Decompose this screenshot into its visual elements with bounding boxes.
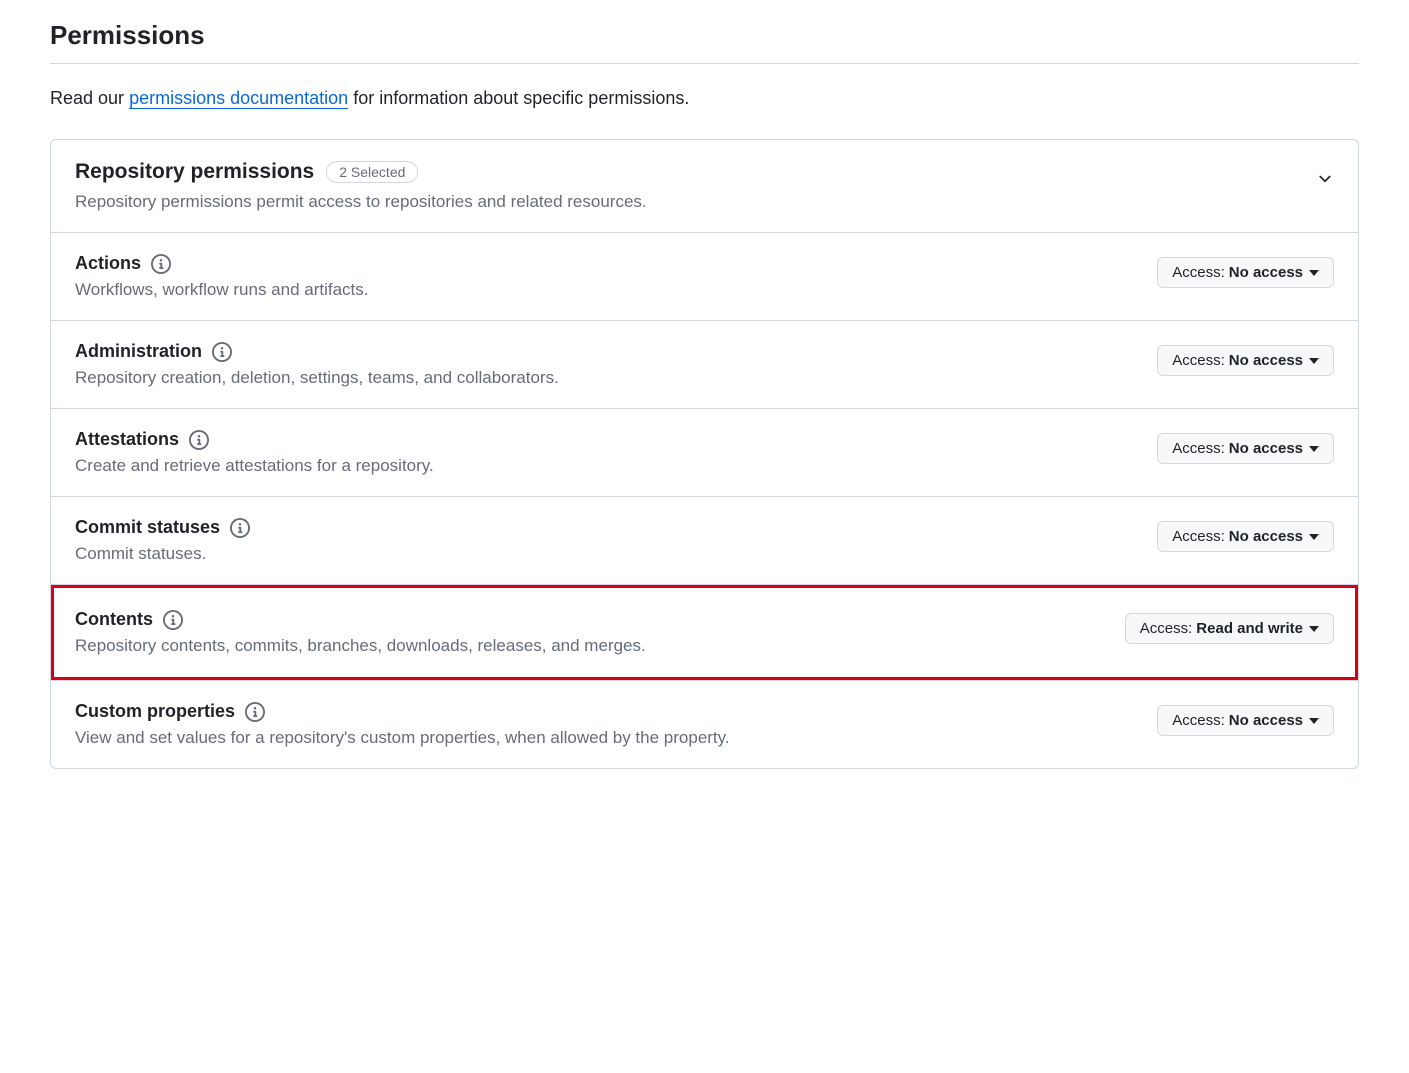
access-prefix: Access:: [1172, 264, 1225, 281]
info-icon[interactable]: [189, 430, 209, 450]
permission-row: Contents Repository contents, commits, br…: [51, 585, 1358, 681]
access-prefix: Access:: [1172, 352, 1225, 369]
caret-down-icon: [1309, 624, 1319, 634]
access-prefix: Access:: [1172, 440, 1225, 457]
permissions-list: Actions Workflows, workflow runs and arti…: [51, 233, 1358, 768]
access-value: No access: [1229, 528, 1303, 545]
permission-description: Workflows, workflow runs and artifacts.: [75, 280, 1157, 300]
repository-permissions-panel: Repository permissions 2 Selected Reposi…: [50, 139, 1359, 769]
intro-suffix: for information about specific permissio…: [348, 88, 689, 108]
caret-down-icon: [1309, 356, 1319, 366]
access-dropdown[interactable]: Access: No access: [1157, 345, 1334, 376]
info-icon[interactable]: [212, 342, 232, 362]
permission-row: Custom properties View and set values for…: [51, 681, 1358, 768]
intro-text: Read our permissions documentation for i…: [50, 88, 1359, 109]
intro-prefix: Read our: [50, 88, 129, 108]
permission-row: Administration Repository creation, delet…: [51, 321, 1358, 409]
selected-count-badge: 2 Selected: [326, 161, 418, 183]
access-value: No access: [1229, 264, 1303, 281]
access-dropdown[interactable]: Access: No access: [1157, 257, 1334, 288]
access-prefix: Access:: [1172, 712, 1225, 729]
access-dropdown[interactable]: Access: No access: [1157, 705, 1334, 736]
access-value: Read and write: [1196, 620, 1303, 637]
permission-description: Repository creation, deletion, settings,…: [75, 368, 1157, 388]
permission-row: Commit statusesCommit statuses.Access: N…: [51, 497, 1358, 585]
permission-row: Actions Workflows, workflow runs and arti…: [51, 233, 1358, 321]
access-value: No access: [1229, 712, 1303, 729]
caret-down-icon: [1309, 532, 1319, 542]
permission-title: Commit statuses: [75, 517, 220, 538]
permissions-documentation-link[interactable]: permissions documentation: [129, 88, 348, 109]
access-value: No access: [1229, 352, 1303, 369]
access-dropdown[interactable]: Access: Read and write: [1125, 613, 1334, 644]
permission-title: Actions: [75, 253, 141, 274]
chevron-down-icon: [1316, 170, 1334, 193]
permission-description: Repository contents, commits, branches, …: [75, 636, 1125, 656]
caret-down-icon: [1309, 444, 1319, 454]
page-title: Permissions: [50, 20, 1359, 64]
repository-permissions-header[interactable]: Repository permissions 2 Selected Reposi…: [51, 140, 1358, 233]
panel-subtitle: Repository permissions permit access to …: [75, 192, 647, 212]
permission-title: Custom properties: [75, 701, 235, 722]
caret-down-icon: [1309, 268, 1319, 278]
permission-title: Attestations: [75, 429, 179, 450]
info-icon[interactable]: [151, 254, 171, 274]
access-dropdown[interactable]: Access: No access: [1157, 521, 1334, 552]
info-icon[interactable]: [230, 518, 250, 538]
info-icon[interactable]: [163, 610, 183, 630]
panel-title: Repository permissions: [75, 160, 314, 184]
caret-down-icon: [1309, 716, 1319, 726]
access-prefix: Access:: [1140, 620, 1193, 637]
permission-description: Commit statuses.: [75, 544, 1157, 564]
access-prefix: Access:: [1172, 528, 1225, 545]
access-value: No access: [1229, 440, 1303, 457]
access-dropdown[interactable]: Access: No access: [1157, 433, 1334, 464]
permission-row: Attestations Create and retrieve attestat…: [51, 409, 1358, 497]
info-icon[interactable]: [245, 702, 265, 722]
permission-title: Contents: [75, 609, 153, 630]
permission-description: View and set values for a repository's c…: [75, 728, 1157, 748]
permission-description: Create and retrieve attestations for a r…: [75, 456, 1157, 476]
permission-title: Administration: [75, 341, 202, 362]
